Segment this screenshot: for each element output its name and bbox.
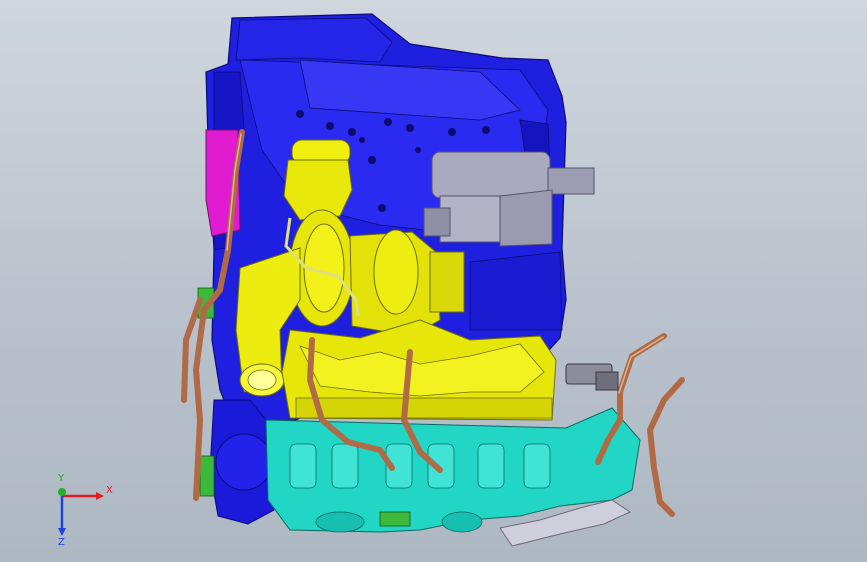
x-axis-arrowhead <box>96 492 104 500</box>
y-axis-dot <box>58 488 66 496</box>
z-axis-label: Z <box>58 537 65 548</box>
x-axis-label: X <box>106 485 113 496</box>
triad-axes <box>58 488 104 536</box>
engine-assembly-model[interactable] <box>0 0 867 562</box>
graphics-viewport[interactable]: X Y Z <box>0 0 867 562</box>
z-axis-arrowhead <box>58 528 66 536</box>
y-axis-label: Y <box>58 473 65 484</box>
coordinate-triad: X Y Z <box>40 470 130 550</box>
pressure-sensor[interactable] <box>565 363 619 391</box>
starter-motor[interactable] <box>423 151 595 247</box>
